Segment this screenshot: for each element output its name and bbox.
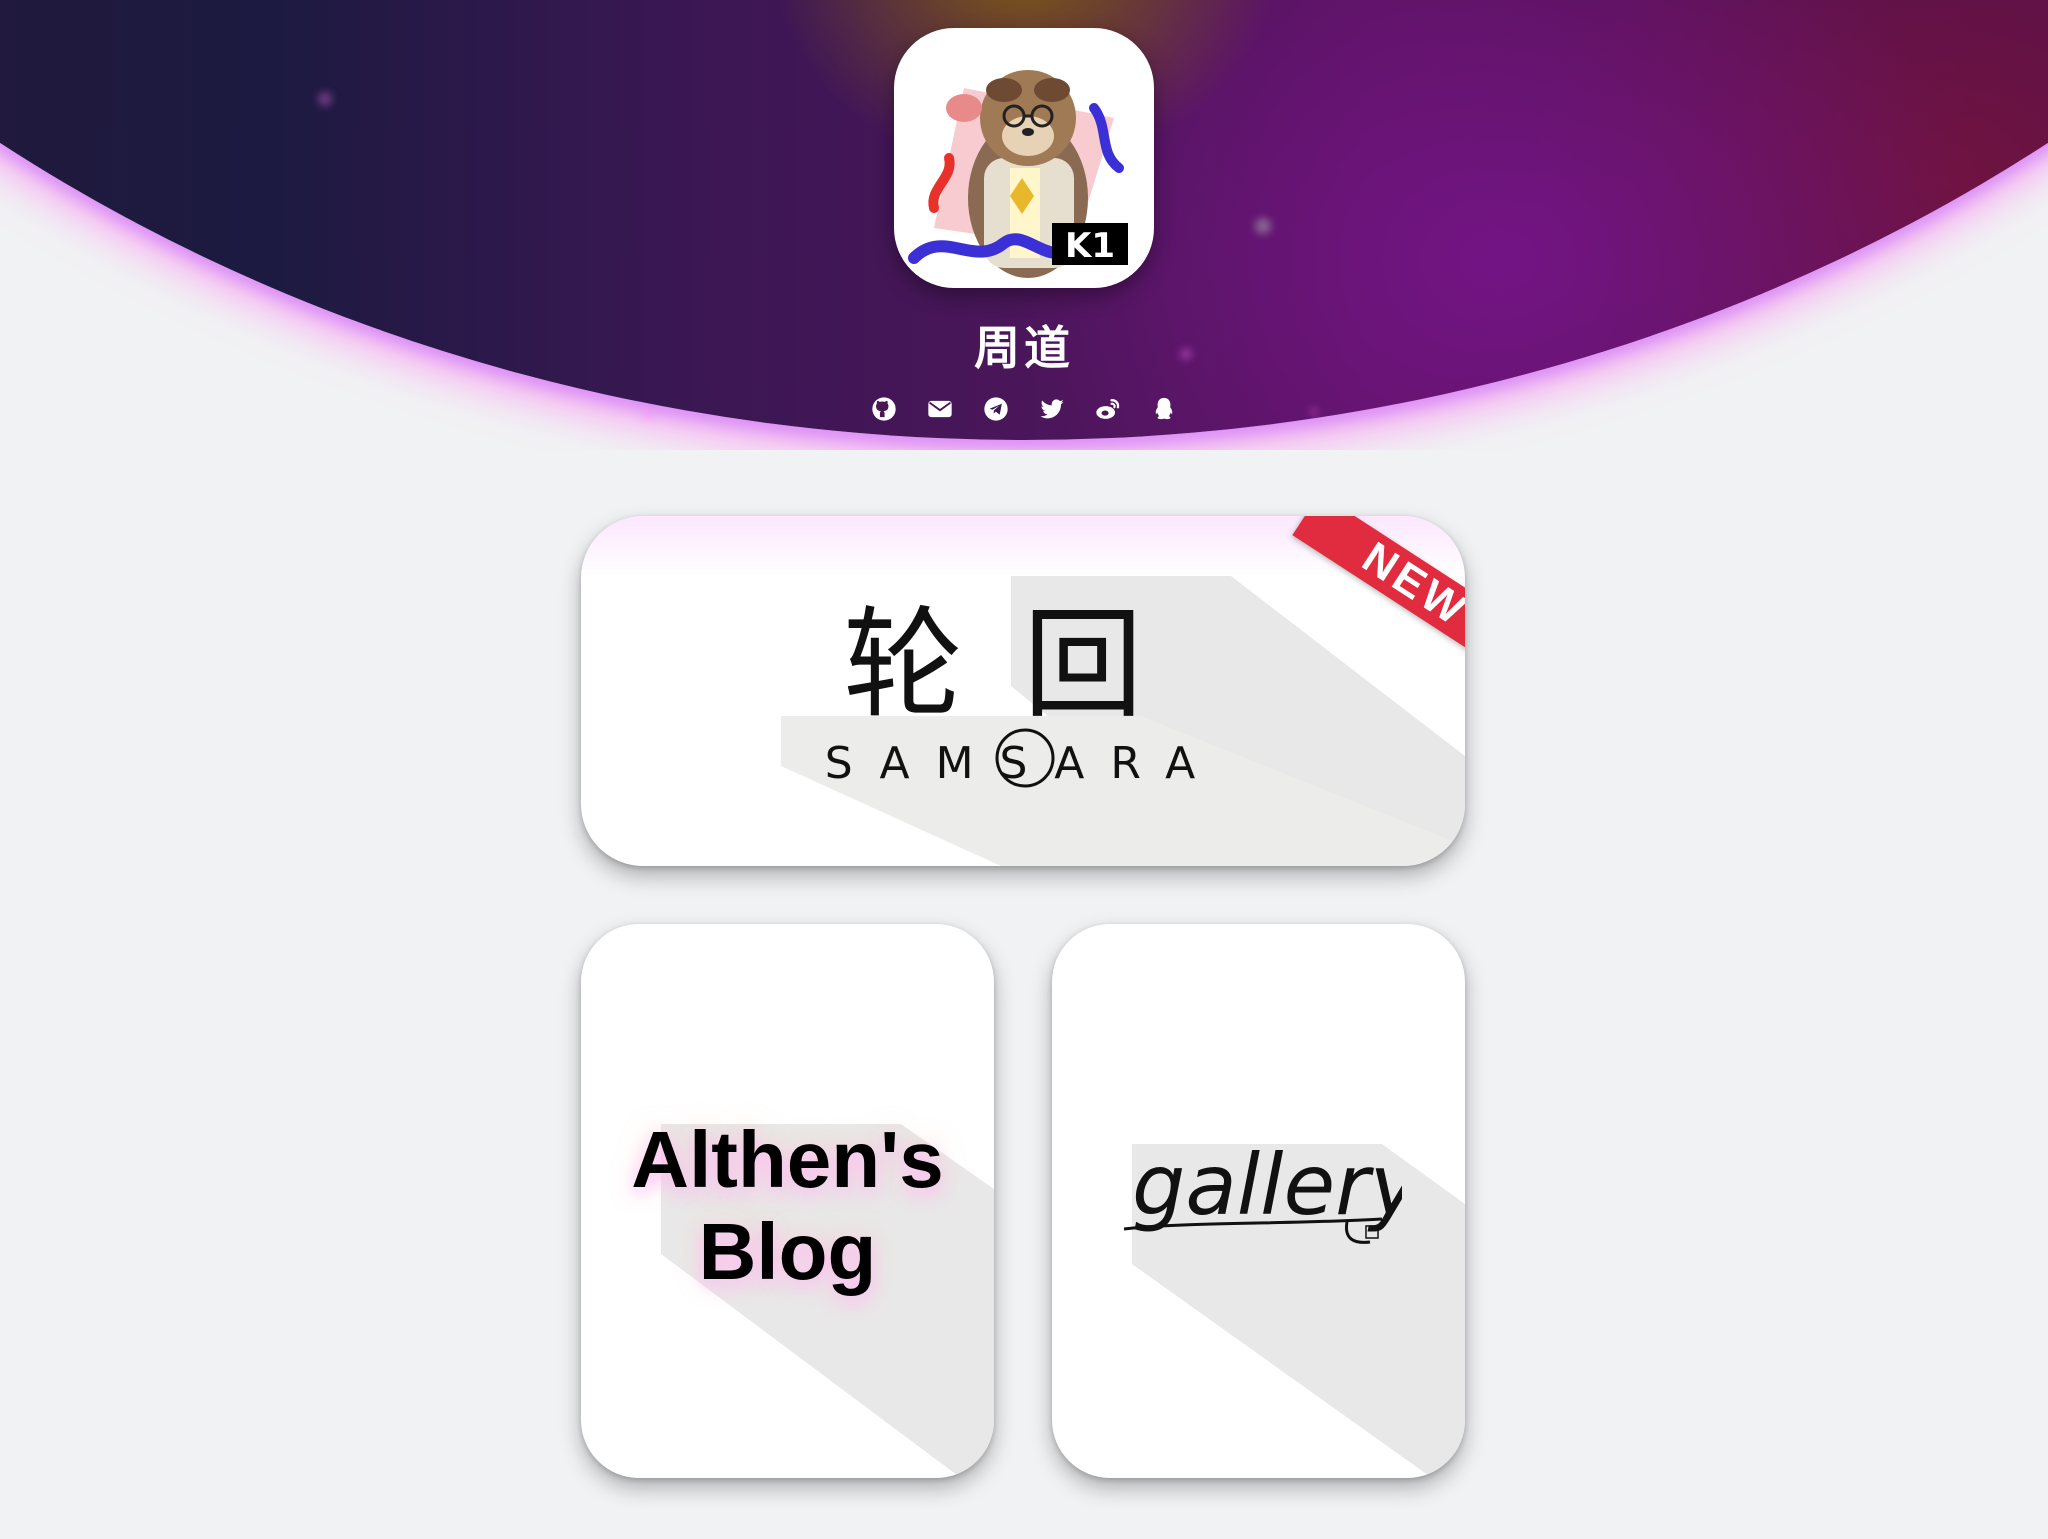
blog-card[interactable]: Althen's Blog: [581, 924, 994, 1478]
new-badge-label: NEW: [1292, 516, 1465, 677]
blog-title-line2: Blog: [698, 1207, 877, 1296]
profile-name: 周道: [974, 322, 1074, 374]
samsara-subtitle: SAMSARA: [825, 738, 1222, 789]
avatar-illustration: K1: [908, 70, 1128, 278]
gallery-logo: gallery: [1123, 1136, 1402, 1244]
blog-title-line1: Althen's: [631, 1115, 944, 1204]
featured-card-samsara[interactable]: 轮回 SAMSARA NEW: [581, 516, 1465, 866]
new-badge: NEW: [1265, 516, 1465, 716]
twitter-icon[interactable]: [1038, 395, 1066, 423]
github-icon[interactable]: [870, 395, 898, 423]
mail-icon[interactable]: [926, 395, 954, 423]
samsara-title: 轮回: [843, 596, 1203, 735]
social-links: [870, 394, 1178, 424]
blog-title: Althen's Blog: [581, 1114, 994, 1298]
telegram-icon[interactable]: [982, 395, 1010, 423]
avatar-badge: K1: [1065, 226, 1115, 266]
sparkle: [1310, 408, 1318, 416]
qq-icon[interactable]: [1150, 395, 1178, 423]
sparkle: [1255, 218, 1271, 234]
avatar[interactable]: K1: [894, 28, 1154, 288]
sparkle: [643, 410, 653, 420]
sparkle: [318, 92, 332, 106]
gallery-card[interactable]: gallery: [1052, 924, 1465, 1478]
weibo-icon[interactable]: [1094, 395, 1122, 423]
